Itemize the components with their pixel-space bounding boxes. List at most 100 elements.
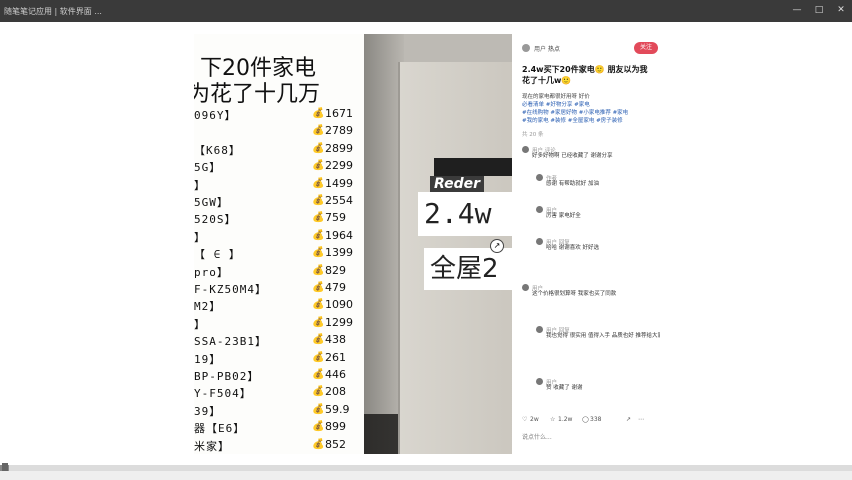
appliance-model: 】 (194, 178, 206, 192)
price-row: M2】 💰 1090 (194, 298, 358, 315)
avatar[interactable] (536, 174, 543, 181)
money-bag-icon: 💰 (312, 369, 325, 380)
appliance-model: SSA-23B1】 (194, 335, 267, 349)
comment-reply[interactable]: 用户 厉害 家电好全 (536, 206, 652, 226)
comment-count: 共 20 条 (522, 132, 544, 138)
price-row: 器【E6】 💰 899 (194, 420, 358, 437)
appliance-model: 器【E6】 (194, 422, 246, 436)
appliance-price: 852 (325, 437, 346, 451)
close-icon[interactable]: ✕ (836, 5, 846, 15)
avatar[interactable] (522, 146, 529, 153)
comment-text: 感谢 有帮助就好 加油 (546, 181, 599, 187)
money-bag-icon: 💰 (312, 438, 325, 450)
avatar[interactable] (536, 326, 543, 333)
left-blank-area (0, 22, 194, 460)
post-tags[interactable]: #在线购物 #家居好物 #小家电推荐 #家电 (522, 108, 652, 116)
post-sidebar: 用户 热点 关注 2.4w买下20件家电🙂 朋友以为我花了十几w🙂 现在的家电都… (512, 34, 663, 454)
comment-count-stat: 338 (590, 416, 602, 423)
money-bag-icon: 💰 (312, 247, 325, 259)
post-title: 2.4w买下20件家电🙂 朋友以为我花了十几w🙂 (522, 65, 648, 85)
money-bag-icon: 💰 (312, 334, 325, 346)
appliance-price: 1399 (325, 246, 353, 260)
money-bag-icon: 💰 (312, 142, 325, 154)
comment-text: 赞 收藏了 谢谢 (546, 385, 583, 391)
appliance-price: 759 (325, 211, 346, 225)
price-row: 5GW】 💰 2554 (194, 194, 358, 211)
maximize-icon[interactable]: □ (814, 5, 824, 15)
price-row: F-KZ50M4】 💰 479 (194, 281, 358, 298)
comment-reply[interactable]: 用户 回复 我也觉得 很实用 值得入手 品质也好 推荐给大家 (536, 326, 663, 362)
appliance-model: Y-F504】 (194, 387, 252, 401)
price-row: 19】 💰 261 (194, 351, 358, 368)
price-row: 】 💰 1964 (194, 229, 358, 246)
money-bag-icon: 💰 (312, 386, 325, 398)
appliance-model: 】 (194, 230, 206, 244)
collect-count: 1.2w (558, 416, 573, 423)
subtitle-price: 2.4w (418, 192, 512, 236)
price-row: 39】 💰 59.9 (194, 403, 358, 420)
price-row: 】 💰 1499 (194, 177, 358, 194)
tab-title[interactable]: 随笔笔记应用 | 软件界面 ... (4, 6, 102, 17)
appliance-model: F-KZ50M4】 (194, 283, 267, 296)
comment-icon[interactable]: ◯ (582, 416, 589, 423)
topic-label: 热点 (548, 46, 561, 53)
appliance-panel (434, 158, 512, 176)
money-bag-icon: 💰 (312, 351, 325, 363)
right-blank-area (660, 22, 852, 460)
price-row: 【 ∈ 】 💰 1399 (194, 246, 358, 263)
more-icon[interactable]: ⋯ (638, 416, 644, 423)
appliance-model: BP-PB02】 (194, 370, 260, 383)
money-bag-icon: 💰 (312, 403, 325, 415)
price-list-paper: 下20件家电 为花了十几万 096Y】 💰 1671 💰 2789 【K68】 💰 2899 5… (194, 34, 365, 454)
price-row: 520S】 💰 759 (194, 211, 358, 228)
like-count: 2w (530, 416, 539, 423)
post-line: 现在的家电都很好用呀 好价 (522, 94, 590, 100)
comment-reply[interactable]: 用户 赞 收藏了 谢谢 (536, 378, 652, 398)
comment-input-placeholder: 说点什么... (522, 434, 552, 441)
appliance-price: 2789 (325, 124, 353, 138)
comment-text: 我也觉得 很实用 值得入手 品质也好 推荐给大家 (546, 333, 663, 339)
comment-item[interactable]: 用户 评论 好多好物啊 已经收藏了 谢谢分享 (522, 146, 652, 166)
appliance-model: 【 ∈ 】 (194, 248, 241, 262)
avatar[interactable] (522, 284, 529, 291)
appliance-model: 096Y】 (194, 109, 237, 122)
appliance-model: 5G】 (194, 161, 222, 175)
comment-item[interactable]: 用户 这个价格很划算呀 我家也买了同款 (522, 284, 652, 308)
appliance-model: M2】 (194, 300, 222, 314)
price-row: pro】 💰 829 (194, 264, 358, 281)
list-title-line2: 为花了十几万 (194, 82, 321, 107)
avatar[interactable] (536, 238, 543, 245)
price-row: 5G】 💰 2299 (194, 159, 358, 176)
avatar[interactable] (536, 206, 543, 213)
like-icon[interactable]: ♡ (522, 416, 527, 423)
collect-icon[interactable]: ☆ (550, 416, 555, 423)
share-icon[interactable]: ↗ (626, 416, 631, 423)
post-tags[interactable]: #我的家电 #装修 #全屋家电 #房子装修 (522, 116, 652, 124)
author-name[interactable]: 用户 (534, 44, 546, 53)
follow-button[interactable]: 关注 (634, 42, 658, 54)
appliance-model: 520S】 (194, 213, 237, 227)
money-bag-icon: 💰 (312, 160, 325, 172)
appliance-price: 208 (325, 385, 346, 399)
appliance-price: 1499 (325, 176, 353, 190)
comment-reply[interactable]: 作者 感谢 有帮助就好 加油 (536, 174, 652, 194)
comment-reply[interactable]: 用户 回复 哈哈 谢谢喜欢 好好选 (536, 238, 652, 262)
money-bag-icon: 💰 (312, 212, 325, 224)
money-bag-icon: 💰 (312, 264, 325, 276)
avatar[interactable] (536, 378, 543, 385)
brand-label: Reder (430, 176, 484, 192)
appliance-price: 899 (325, 420, 346, 434)
appliance-price: 2899 (325, 141, 353, 155)
post-tags[interactable]: 必看清单 #好物分享 #家电 (522, 100, 652, 108)
money-bag-icon: 💰 (312, 108, 325, 119)
appliance-price: 479 (325, 281, 346, 294)
comment-input[interactable]: 说点什么... (522, 432, 652, 442)
post-image[interactable]: 下20件家电 为花了十几万 096Y】 💰 1671 💰 2789 【K68】 💰 2899 5… (194, 34, 512, 454)
status-strip (0, 471, 852, 480)
minimize-icon[interactable]: — (792, 5, 802, 15)
appliance-price: 1964 (325, 228, 353, 242)
price-row: Y-F504】 💰 208 (194, 385, 358, 402)
appliance-price: 2554 (325, 194, 353, 207)
appliance-price: 446 (325, 368, 346, 381)
avatar[interactable] (522, 44, 530, 52)
